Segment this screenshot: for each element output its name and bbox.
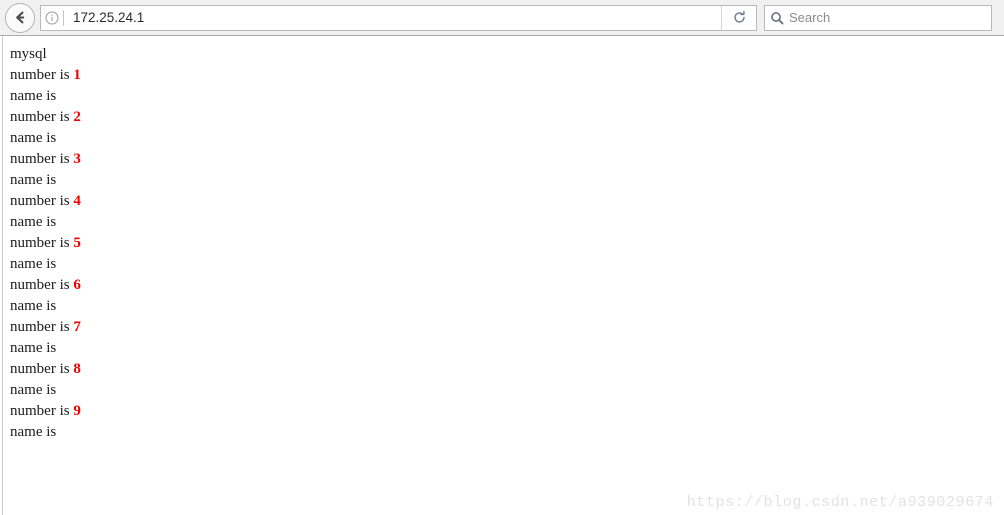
- line-label: mysql: [10, 46, 47, 62]
- output-line: name is: [10, 86, 81, 107]
- line-label: number is: [10, 109, 74, 125]
- arrow-left-icon: [12, 9, 29, 26]
- line-label: name is: [10, 424, 57, 440]
- output-line: number is 2: [10, 107, 81, 128]
- line-label: number is: [10, 361, 74, 377]
- page-viewport: mysql number is 1 name is number is 2 na…: [0, 36, 1004, 515]
- page-content: mysql number is 1 name is number is 2 na…: [10, 44, 81, 443]
- line-label: name is: [10, 88, 57, 104]
- line-value: 2: [73, 109, 81, 125]
- line-value: 9: [73, 403, 81, 419]
- output-line: number is 1: [10, 65, 81, 86]
- line-label: name is: [10, 382, 57, 398]
- output-line: name is: [10, 338, 81, 359]
- search-bar[interactable]: [764, 4, 992, 31]
- address-bar[interactable]: 172.25.24.1: [40, 4, 757, 31]
- line-label: name is: [10, 256, 57, 272]
- line-label: number is: [10, 67, 74, 83]
- output-line: mysql: [10, 44, 81, 65]
- line-label: name is: [10, 172, 57, 188]
- output-line: name is: [10, 254, 81, 275]
- output-line: name is: [10, 296, 81, 317]
- output-line: name is: [10, 170, 81, 191]
- output-line: number is 4: [10, 191, 81, 212]
- watermark: https://blog.csdn.net/a939029674: [686, 494, 994, 511]
- line-value: 3: [73, 151, 81, 167]
- line-label: name is: [10, 130, 57, 146]
- line-label: number is: [10, 277, 74, 293]
- line-value: 1: [73, 67, 81, 83]
- line-value: 7: [73, 319, 81, 335]
- viewport-left-edge: [2, 36, 3, 515]
- search-input[interactable]: [789, 10, 991, 25]
- back-button[interactable]: [5, 2, 35, 33]
- output-line: number is 9: [10, 401, 81, 422]
- line-label: number is: [10, 193, 74, 209]
- line-label: name is: [10, 214, 57, 230]
- line-label: name is: [10, 298, 57, 314]
- reload-button[interactable]: [721, 5, 756, 30]
- output-line: number is 3: [10, 149, 81, 170]
- line-value: 8: [73, 361, 81, 377]
- output-line: name is: [10, 128, 81, 149]
- line-value: 5: [73, 235, 81, 251]
- output-line: name is: [10, 212, 81, 233]
- info-circle-icon[interactable]: [41, 11, 63, 25]
- output-line: number is 6: [10, 275, 81, 296]
- line-label: number is: [10, 403, 74, 419]
- browser-toolbar: 172.25.24.1: [0, 0, 1004, 36]
- output-line: number is 7: [10, 317, 81, 338]
- line-label: number is: [10, 235, 74, 251]
- output-line: number is 8: [10, 359, 81, 380]
- url-text[interactable]: 172.25.24.1: [64, 6, 721, 30]
- output-line: name is: [10, 422, 81, 443]
- line-label: number is: [10, 151, 74, 167]
- line-label: name is: [10, 340, 57, 356]
- search-icon: [765, 11, 789, 25]
- output-line: number is 5: [10, 233, 81, 254]
- line-value: 6: [73, 277, 81, 293]
- output-line: name is: [10, 380, 81, 401]
- line-label: number is: [10, 319, 74, 335]
- line-value: 4: [73, 193, 81, 209]
